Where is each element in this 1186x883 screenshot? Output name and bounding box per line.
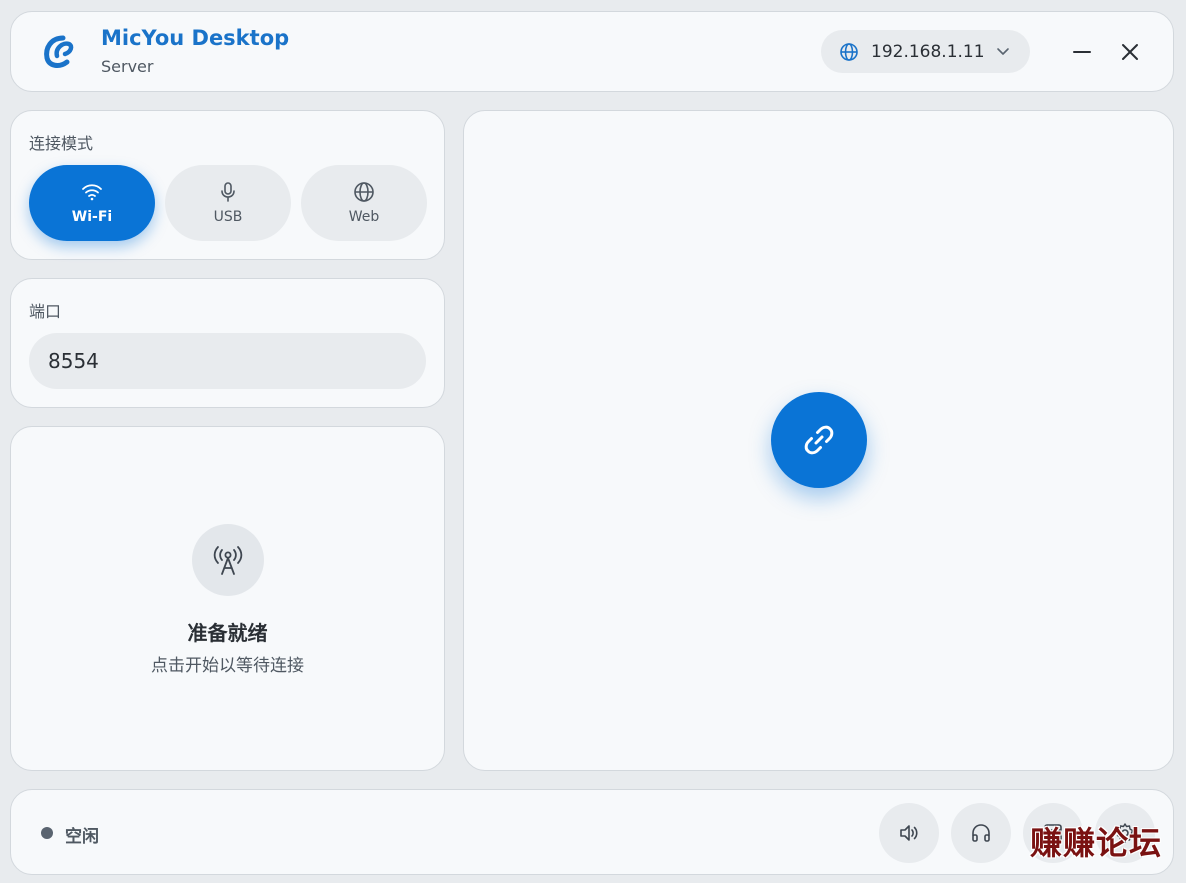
close-button[interactable]: [1117, 39, 1143, 65]
status-text: 空闲: [65, 827, 99, 847]
mode-web-button[interactable]: Web: [301, 165, 427, 241]
speaker-icon: [900, 825, 918, 841]
main-panel: [463, 110, 1174, 771]
chevron-down-icon: [996, 47, 1009, 55]
port-label: 端口: [29, 302, 62, 321]
wifi-icon: [82, 184, 102, 201]
status-title: 准备就绪: [187, 621, 268, 645]
app-logo-icon: [44, 35, 74, 68]
mode-wifi-label: Wi-Fi: [71, 209, 113, 225]
globe-icon: [840, 42, 858, 61]
headphones-icon: [972, 824, 990, 842]
status-card: 准备就绪 点击开始以等待连接: [10, 426, 445, 771]
port-card: 端口 8554: [10, 278, 445, 408]
mode-web-label: Web: [348, 209, 380, 225]
connect-button[interactable]: [771, 392, 867, 488]
minimize-button[interactable]: [1069, 39, 1095, 65]
watermark-text: 赚赚论坛: [1030, 824, 1163, 862]
speaker-button[interactable]: [879, 803, 939, 863]
app-subtitle: Server: [101, 57, 154, 76]
port-input[interactable]: 8554: [29, 333, 426, 389]
headphones-button[interactable]: [951, 803, 1011, 863]
status-indicator-dot: [41, 827, 53, 839]
antenna-tower-icon: [213, 546, 243, 575]
connection-mode-label: 连接模式: [29, 134, 94, 153]
connection-mode-card: 连接模式 Wi-Fi USB Web: [10, 110, 445, 260]
status-hint: 点击开始以等待连接: [151, 656, 304, 676]
title-bar: MicYou Desktop Server 192.168.1.11: [10, 11, 1174, 92]
ip-address-value: 192.168.1.11: [871, 41, 985, 62]
microphone-icon: [221, 182, 235, 202]
ip-address-dropdown[interactable]: 192.168.1.11: [821, 30, 1030, 73]
status-bar: 空闲: [10, 789, 1174, 875]
globe-icon: [354, 182, 374, 202]
app-title: MicYou Desktop: [101, 26, 290, 50]
link-icon: [804, 425, 834, 455]
mode-usb-label: USB: [213, 209, 243, 225]
mode-usb-button[interactable]: USB: [165, 165, 291, 241]
mode-wifi-button[interactable]: Wi-Fi: [29, 165, 155, 241]
status-icon-container: [192, 524, 264, 596]
